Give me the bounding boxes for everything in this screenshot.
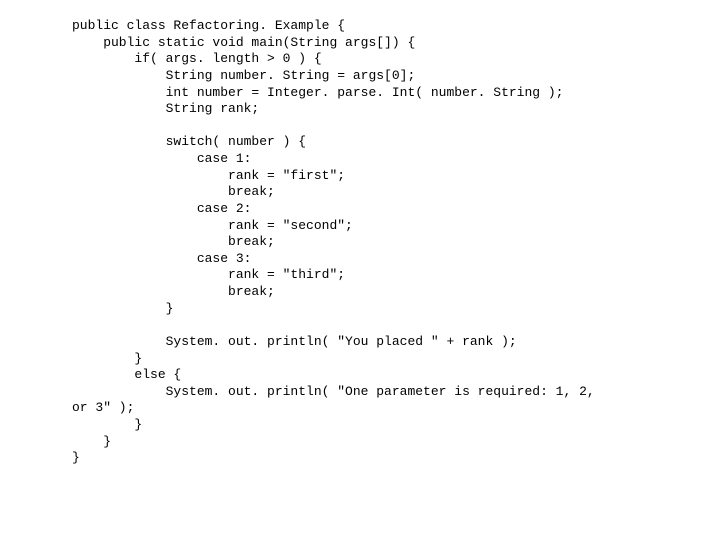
code-line: }: [72, 351, 142, 366]
code-line: System. out. println( "One parameter is …: [72, 384, 595, 399]
code-line: case 3:: [72, 251, 251, 266]
code-line: break;: [72, 284, 275, 299]
code-line: System. out. println( "You placed " + ra…: [72, 334, 517, 349]
code-line: }: [72, 301, 173, 316]
code-line: break;: [72, 184, 275, 199]
code-line: or 3" );: [72, 400, 134, 415]
code-line: String rank;: [72, 101, 259, 116]
code-line: rank = "second";: [72, 218, 353, 233]
code-block: public class Refactoring. Example { publ…: [0, 0, 720, 467]
code-line: case 1:: [72, 151, 251, 166]
code-line: public static void main(String args[]) {: [72, 35, 415, 50]
code-line: public class Refactoring. Example {: [72, 18, 345, 33]
code-line: int number = Integer. parse. Int( number…: [72, 85, 563, 100]
code-line: }: [72, 434, 111, 449]
code-line: String number. String = args[0];: [72, 68, 415, 83]
code-line: else {: [72, 367, 181, 382]
code-line: case 2:: [72, 201, 251, 216]
code-line: switch( number ) {: [72, 134, 306, 149]
code-line: break;: [72, 234, 275, 249]
code-line: }: [72, 417, 142, 432]
code-line: rank = "first";: [72, 168, 345, 183]
code-line: }: [72, 450, 80, 465]
code-line: if( args. length > 0 ) {: [72, 51, 322, 66]
code-line: rank = "third";: [72, 267, 345, 282]
